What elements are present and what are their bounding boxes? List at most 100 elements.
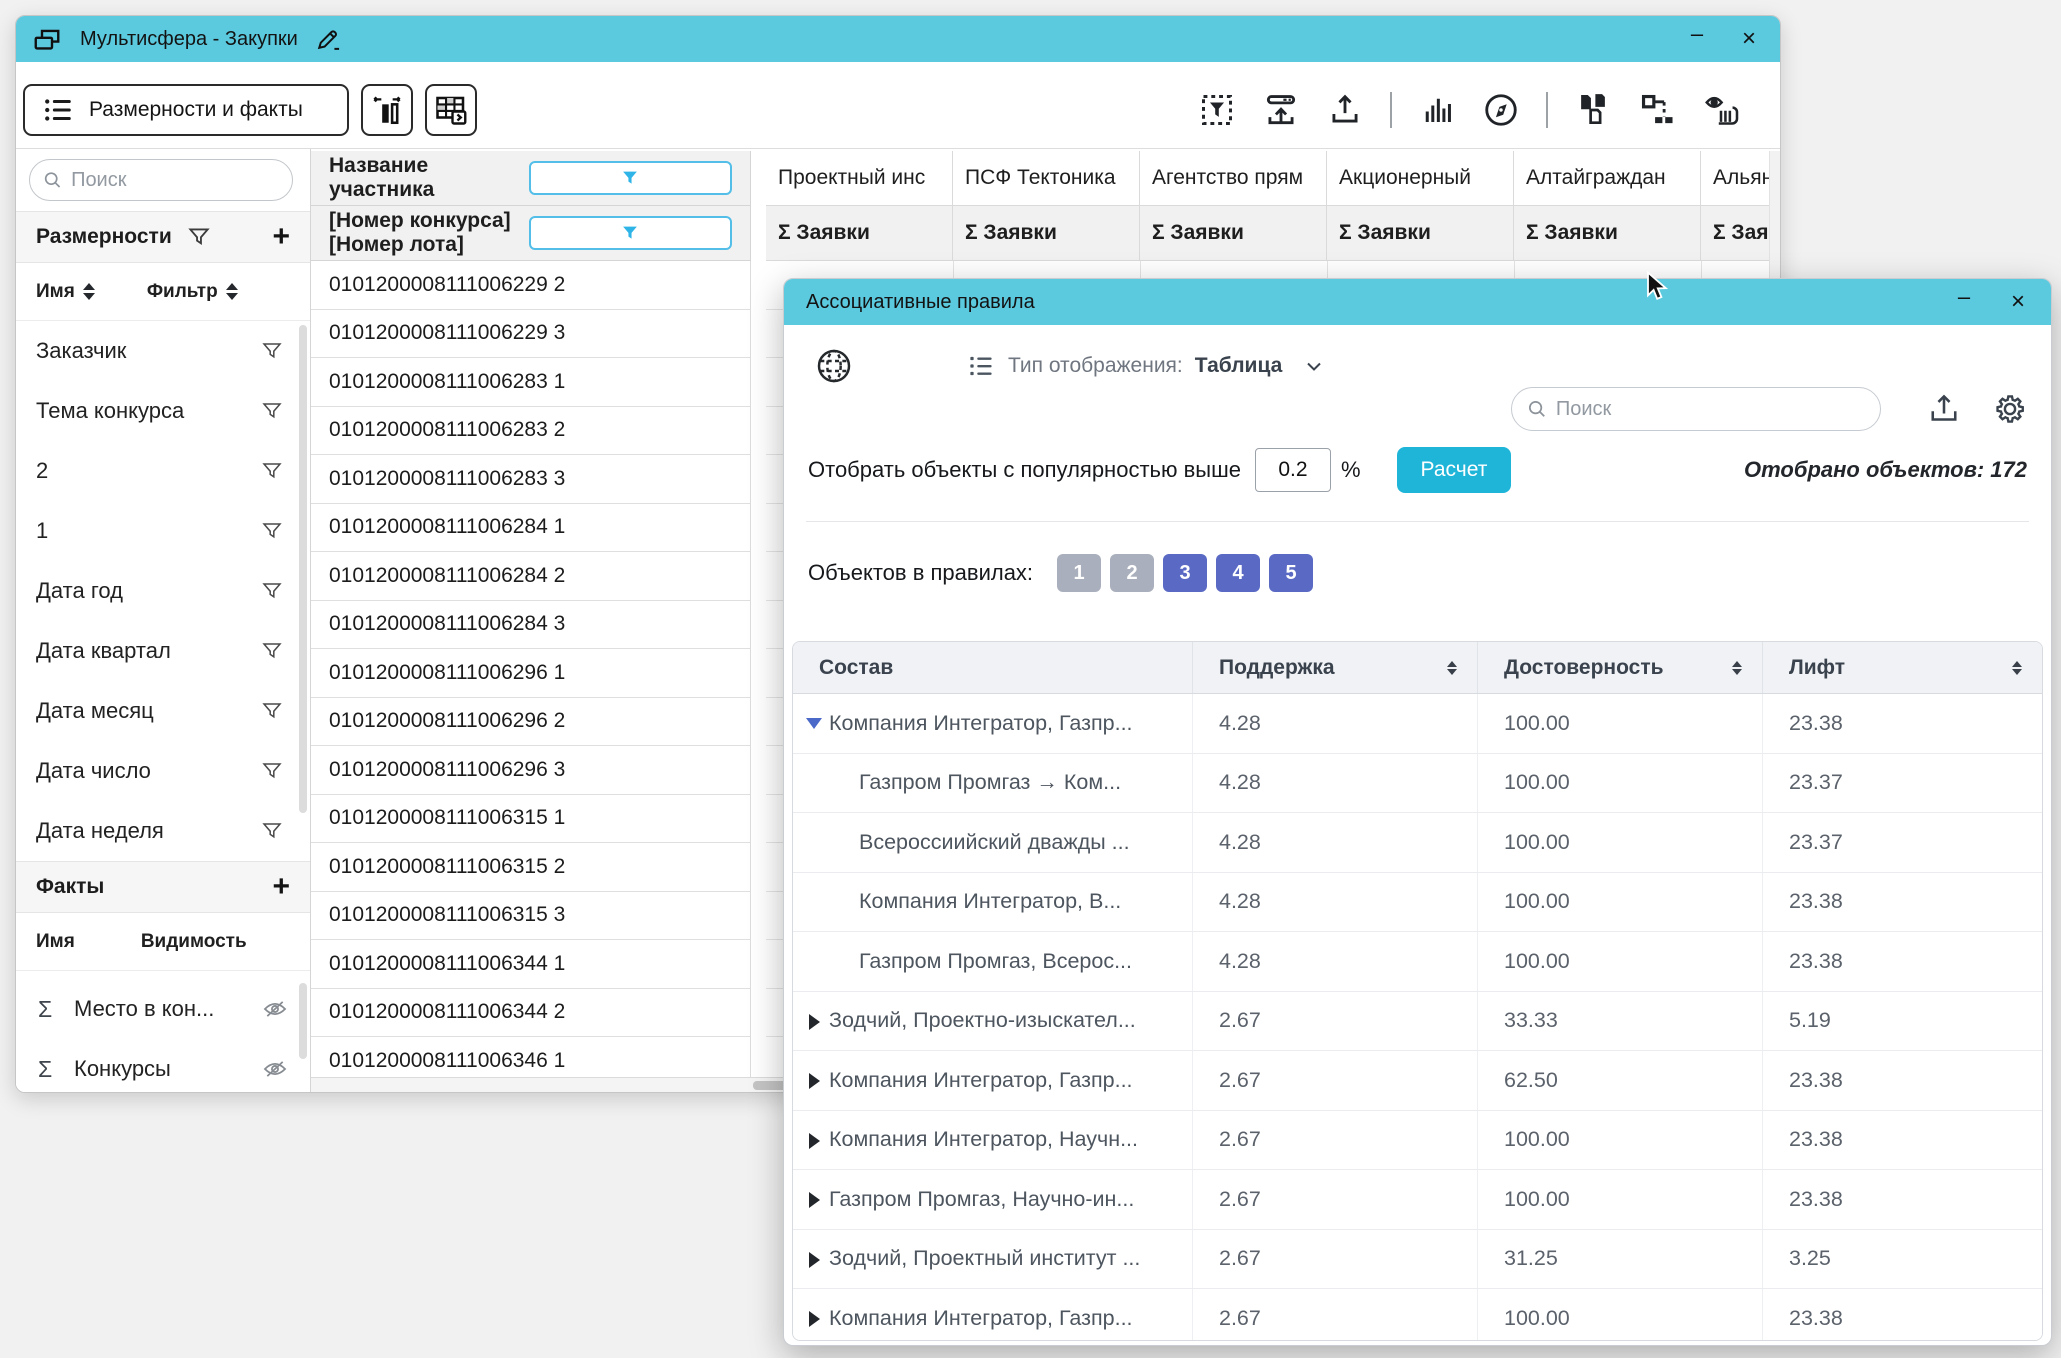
table-export-button[interactable] <box>425 84 477 136</box>
grid-column[interactable]: Проектный инс Σ Заявки <box>766 151 953 261</box>
filter-funnel-icon[interactable] <box>260 759 284 783</box>
column-name-header[interactable]: Имя <box>36 931 75 953</box>
sort-icon[interactable] <box>1447 661 1457 675</box>
filter-funnel-icon[interactable] <box>186 224 212 250</box>
edit-title-icon[interactable] <box>314 25 342 53</box>
rule-row[interactable]: Газпром Промгаз → Ком... 4.28 100.00 23.… <box>793 754 2042 814</box>
participant-filter-button[interactable] <box>529 161 733 195</box>
composition-header[interactable]: Состав <box>793 642 1193 693</box>
filter-funnel-icon[interactable] <box>260 639 284 663</box>
column-width-button[interactable] <box>361 84 413 136</box>
dialog-search-input[interactable] <box>1556 398 1866 421</box>
grid-column[interactable]: ПСФ Тектоника Σ Заявки <box>953 151 1140 261</box>
support-header[interactable]: Поддержка <box>1193 642 1478 693</box>
dimension-row[interactable]: Дата квартал <box>16 621 310 681</box>
add-fact-button[interactable]: + <box>272 872 290 902</box>
filter-funnel-icon[interactable] <box>260 399 284 423</box>
layout-tree-icon[interactable] <box>1638 91 1676 129</box>
popularity-threshold-input[interactable] <box>1255 448 1331 492</box>
rule-row[interactable]: Газпром Промгаз, Научно-ин... 2.67 100.0… <box>793 1170 2042 1230</box>
fact-row[interactable]: Σ Место в кон... <box>16 979 310 1039</box>
dimension-row[interactable]: Дата месяц <box>16 681 310 741</box>
dimension-row[interactable]: 1 <box>16 501 310 561</box>
expand-icon[interactable] <box>805 1310 821 1326</box>
expand-icon[interactable] <box>805 1013 821 1029</box>
filter-funnel-icon[interactable] <box>260 819 284 843</box>
facts-scrollbar[interactable] <box>299 983 307 1059</box>
confidence-header[interactable]: Достоверность <box>1478 642 1763 693</box>
expand-icon[interactable] <box>805 1072 821 1088</box>
dimensions-facts-button[interactable]: Размерности и факты <box>23 84 349 136</box>
object-count-button[interactable]: 3 <box>1163 554 1207 592</box>
filter-selection-icon[interactable] <box>1198 91 1236 129</box>
rule-row[interactable]: Компания Интегратор, В... 4.28 100.00 23… <box>793 873 2042 933</box>
grid-column[interactable]: Акционерный Σ Заявки <box>1327 151 1514 261</box>
sort-icon[interactable] <box>83 283 95 300</box>
sidebar-search[interactable] <box>29 159 293 201</box>
dimensions-scrollbar[interactable] <box>299 325 307 813</box>
rule-row[interactable]: Компания Интегратор, Газпр... 2.67 100.0… <box>793 1289 2042 1341</box>
rule-row[interactable]: Всероссиийский дважды ... 4.28 100.00 23… <box>793 813 2042 873</box>
dimension-row[interactable]: Дата неделя <box>16 801 310 861</box>
display-type-select[interactable]: Тип отображения: Таблица <box>966 351 1326 381</box>
column-name[interactable]: ПСФ Тектоника <box>953 151 1140 206</box>
column-name-header[interactable]: Имя <box>36 281 95 303</box>
filter-funnel-icon[interactable] <box>260 519 284 543</box>
expand-icon[interactable] <box>805 1251 821 1267</box>
dialog-minimize-button[interactable]: – <box>1947 285 1981 319</box>
grid-column[interactable]: Алтайграждан Σ Заявки <box>1514 151 1701 261</box>
copy-documents-icon[interactable] <box>1574 91 1612 129</box>
import-icon[interactable] <box>1262 91 1300 129</box>
sort-icon[interactable] <box>1732 661 1742 675</box>
rule-row[interactable]: Компания Интегратор, Газпр... 4.28 100.0… <box>793 694 2042 754</box>
settings-gear-icon[interactable] <box>1992 391 2028 427</box>
minimize-button[interactable]: – <box>1680 22 1714 56</box>
rule-row[interactable]: Газпром Промгаз, Всерос... 4.28 100.00 2… <box>793 932 2042 992</box>
dimension-row[interactable]: Заказчик <box>16 321 310 381</box>
lift-header[interactable]: Лифт <box>1763 642 2042 693</box>
column-visibility-header[interactable]: Видимость <box>141 931 247 953</box>
filter-funnel-icon[interactable] <box>260 339 284 363</box>
filter-funnel-icon[interactable] <box>260 459 284 483</box>
visibility-off-icon[interactable] <box>262 996 288 1022</box>
dialog-export-icon[interactable] <box>1926 391 1962 427</box>
add-dimension-button[interactable]: + <box>272 222 290 252</box>
object-count-button[interactable]: 2 <box>1110 554 1154 592</box>
dimension-row[interactable]: Дата год <box>16 561 310 621</box>
dimension-row[interactable]: Дата число <box>16 741 310 801</box>
column-measure[interactable]: Σ Заявки <box>766 206 953 261</box>
filter-funnel-icon[interactable] <box>260 699 284 723</box>
column-name[interactable]: Агентство прям <box>1140 151 1327 206</box>
calculate-button[interactable]: Расчет <box>1397 447 1512 493</box>
sidebar-search-input[interactable] <box>71 169 280 192</box>
sort-icon[interactable] <box>226 283 238 300</box>
column-name[interactable]: Проектный инс <box>766 151 953 206</box>
sort-icon[interactable] <box>2012 661 2022 675</box>
column-name[interactable]: Алтайграждан <box>1514 151 1701 206</box>
visibility-off-icon[interactable] <box>262 1056 288 1082</box>
dimension-row[interactable]: Тема конкурса <box>16 381 310 441</box>
column-name[interactable]: Акционерный <box>1327 151 1514 206</box>
object-count-button[interactable]: 5 <box>1269 554 1313 592</box>
object-count-button[interactable]: 1 <box>1057 554 1101 592</box>
dialog-close-button[interactable]: × <box>2001 285 2035 319</box>
column-filter-header[interactable]: Фильтр <box>147 281 238 303</box>
lot-filter-button[interactable] <box>529 216 733 250</box>
view-eye-icon[interactable] <box>1702 91 1740 129</box>
fact-row[interactable]: Σ Конкурсы <box>16 1039 310 1093</box>
bar-chart-icon[interactable] <box>1418 91 1456 129</box>
rule-row[interactable]: Зодчий, Проектный институт ... 2.67 31.2… <box>793 1230 2042 1290</box>
dimension-row[interactable]: 2 <box>16 441 310 501</box>
column-measure[interactable]: Σ Заявки <box>953 206 1140 261</box>
rule-row[interactable]: Компания Интегратор, Научн... 2.67 100.0… <box>793 1111 2042 1171</box>
object-count-button[interactable]: 4 <box>1216 554 1260 592</box>
column-measure[interactable]: Σ Заявки <box>1140 206 1327 261</box>
compass-icon[interactable] <box>1482 91 1520 129</box>
expand-icon[interactable] <box>805 1132 821 1148</box>
column-measure[interactable]: Σ Заявки <box>1514 206 1701 261</box>
expand-icon[interactable] <box>805 1191 821 1207</box>
expand-icon[interactable] <box>805 715 821 731</box>
grid-column[interactable]: Агентство прям Σ Заявки <box>1140 151 1327 261</box>
column-measure[interactable]: Σ Заявки <box>1327 206 1514 261</box>
filter-funnel-icon[interactable] <box>260 579 284 603</box>
